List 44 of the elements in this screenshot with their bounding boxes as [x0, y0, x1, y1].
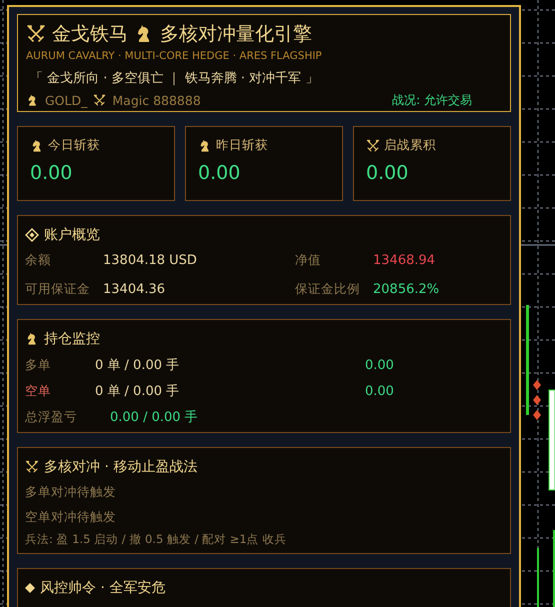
crossed-swords-icon [366, 138, 380, 152]
position-orders: 0.00 / 0.00 手 [109, 409, 199, 426]
crossed-swords-icon [26, 24, 46, 44]
position-label: 空单 [25, 382, 52, 400]
stat-value: 0.00 [366, 162, 410, 184]
diamond-icon [25, 228, 39, 242]
field-label: 余额 [25, 252, 52, 269]
field-value: 13404.36 [103, 282, 166, 297]
field-value: 13468.94 [373, 253, 436, 268]
field-value: 20856.2% [373, 282, 440, 297]
position-orders: 0 单 / 0.00 手 [95, 357, 180, 374]
section-title: 持仓监控 [44, 330, 100, 348]
diamond-icon [25, 583, 35, 593]
strategy-rule: 兵法: 盈 1.5 启动 / 撤 0.5 触发 / 配对 ≥1点 收兵 [25, 532, 288, 547]
stat-value: 0.00 [198, 162, 242, 184]
stat-label: 昨日斩获 [216, 137, 268, 154]
field-label: 可用保证金 [25, 281, 91, 298]
engine-title: 多核对冲量化引擎 [160, 22, 312, 47]
field-value: 13804.18 USD [103, 253, 198, 268]
magic-number: Magic 888888 [112, 93, 201, 108]
symbol-label: GOLD_ [45, 93, 88, 108]
trading-status: 战况: 允许交易 [392, 92, 472, 109]
strategy-status: 多单对冲待触发 [25, 484, 117, 501]
section-title: 风控帅令 · 全军安危 [40, 579, 166, 597]
strategy-status: 空单对冲待触发 [25, 509, 117, 526]
subtitle: AURUM CAVALRY · MULTI-CORE HEDGE · ARES FLAGSHIP [26, 50, 323, 62]
position-orders: 0 单 / 0.00 手 [95, 383, 180, 400]
position-label: 多单 [25, 356, 52, 374]
field-label: 保证金比例 [295, 281, 361, 298]
field-label: 净值 [295, 252, 322, 269]
position-profit: 0.00 [365, 358, 395, 372]
trade-markers [533, 380, 541, 420]
position-profit: 0.00 [365, 384, 395, 398]
app-title: 金戈铁马 [52, 22, 128, 47]
section-title: 多核对冲 · 移动止盈战法 [44, 458, 198, 476]
stat-label: 启战累积 [384, 137, 436, 154]
crossed-swords-icon [93, 94, 106, 107]
stat-label: 今日斩获 [48, 137, 100, 154]
position-label: 总浮盈亏 [25, 408, 78, 426]
crossed-swords-icon [25, 460, 39, 474]
horse-icon [26, 94, 39, 107]
section-title: 账户概览 [44, 226, 100, 244]
stat-value: 0.00 [30, 162, 74, 184]
motto: 「 金戈所向 · 多空俱亡 ｜ 铁马奔腾 · 对冲千军 」 [30, 70, 320, 87]
